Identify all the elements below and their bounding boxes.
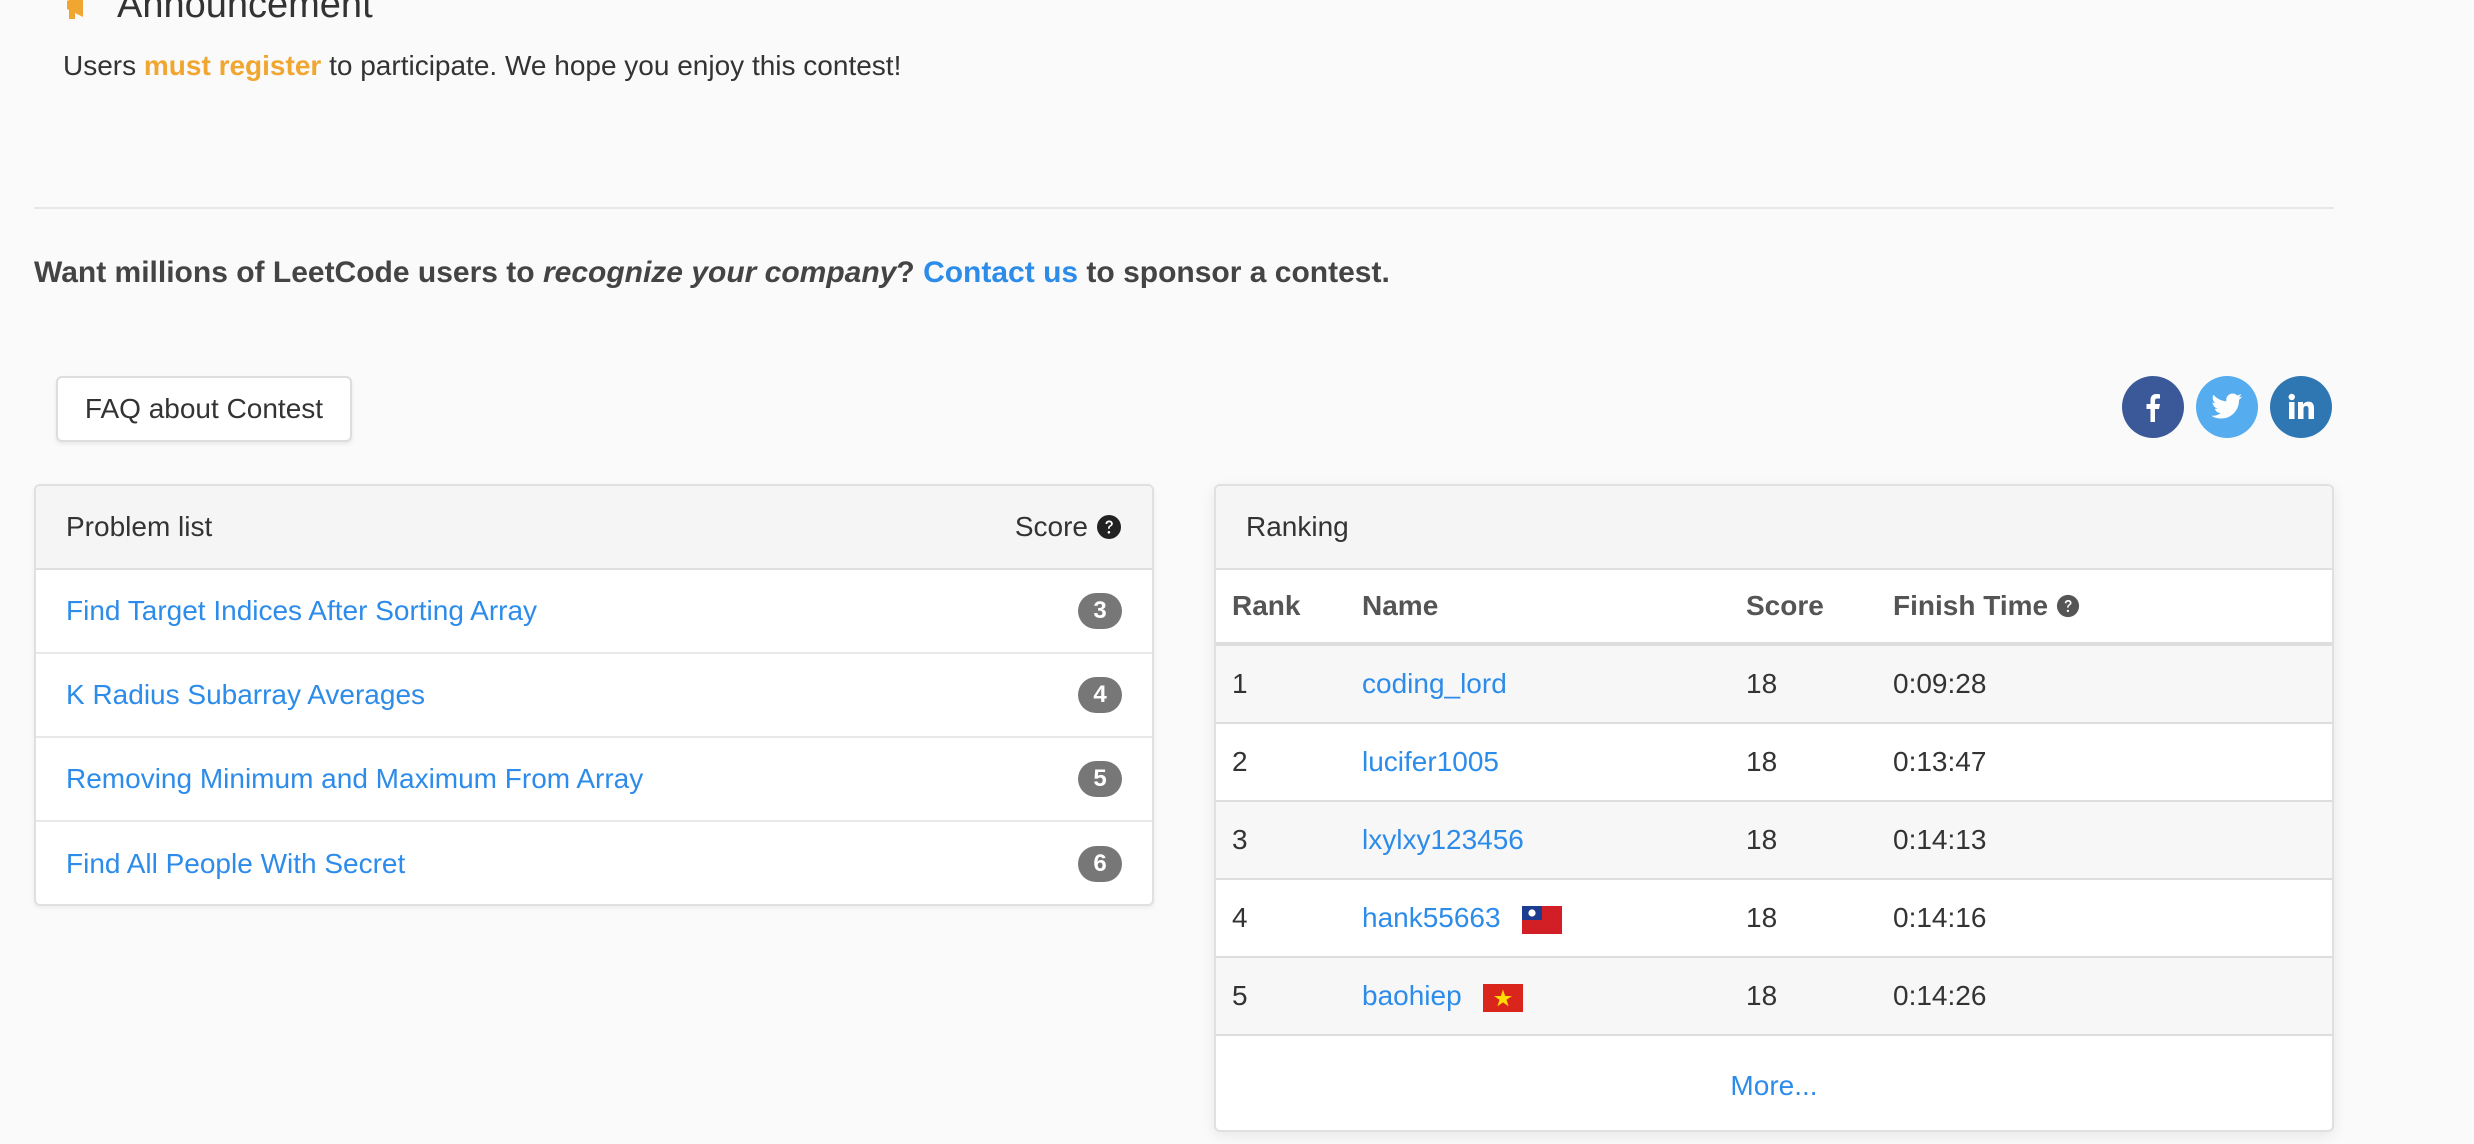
user-link[interactable]: lucifer1005 — [1362, 746, 1499, 777]
ranking-row: 4 hank55663 18 0:14:16 — [1216, 879, 2332, 958]
problem-link[interactable]: Removing Minimum and Maximum From Array — [66, 763, 643, 795]
ranking-title: Ranking — [1246, 511, 1349, 542]
rank-cell: 5 — [1216, 957, 1346, 1036]
question-circle-icon[interactable] — [2056, 594, 2080, 618]
user-link[interactable]: baohiep — [1362, 980, 1462, 1011]
question-circle-icon[interactable] — [1096, 514, 1122, 540]
ranking-row: 3 lxylxy123456 18 0:14:13 — [1216, 801, 2332, 880]
score-cell: 18 — [1730, 723, 1877, 802]
problem-row: Find All People With Secret 6 — [36, 822, 1152, 904]
ranking-row: 2 lucifer1005 18 0:13:47 — [1216, 723, 2332, 802]
twitter-icon — [2211, 393, 2243, 419]
linkedin-share-button[interactable] — [2270, 376, 2332, 438]
megaphone-icon — [67, 0, 83, 19]
score-cell: 18 — [1730, 879, 1877, 958]
finish-time-cell: 0:13:47 — [1877, 723, 2332, 802]
user-link[interactable]: hank55663 — [1362, 902, 1501, 933]
twitter-share-button[interactable] — [2196, 376, 2258, 438]
rank-cell: 4 — [1216, 879, 1346, 958]
ranking-table: Rank Name Score Finish Time 1 coding_lor… — [1216, 570, 2332, 1036]
rank-cell: 3 — [1216, 801, 1346, 880]
announcement-title: Announcement — [117, 0, 373, 26]
finish-time-cell: 0:14:26 — [1877, 957, 2332, 1036]
score-badge: 5 — [1078, 761, 1122, 797]
score-cell: 18 — [1730, 801, 1877, 880]
name-cell: baohiep — [1346, 957, 1730, 1036]
facebook-icon — [2146, 394, 2160, 422]
contact-us-link[interactable]: Contact us — [923, 256, 1078, 289]
finish-time-cell: 0:14:16 — [1877, 879, 2332, 958]
problem-list-header: Problem list Score — [36, 486, 1152, 570]
score-cell: 18 — [1730, 957, 1877, 1036]
column-header-score: Score — [1730, 570, 1877, 646]
ranking-header: Ranking — [1216, 486, 2332, 570]
problem-link[interactable]: Find Target Indices After Sorting Array — [66, 595, 537, 627]
announcement-text: Users must register to participate. We h… — [63, 50, 902, 81]
user-link[interactable]: coding_lord — [1362, 668, 1507, 699]
problem-row: Removing Minimum and Maximum From Array … — [36, 738, 1152, 822]
announcement-header: Announcement — [63, 0, 373, 28]
faq-button[interactable]: FAQ about Contest — [56, 376, 352, 442]
column-header-rank: Rank — [1216, 570, 1346, 646]
taiwan-flag — [1522, 905, 1563, 934]
problem-link[interactable]: K Radius Subarray Averages — [66, 679, 425, 711]
divider — [34, 207, 2334, 209]
score-badge: 4 — [1078, 677, 1122, 713]
ranking-panel: Ranking Rank Name Score Finish Time 1 co… — [1214, 484, 2334, 1132]
must-register-emphasis: must register — [143, 50, 322, 81]
name-cell: lxylxy123456 — [1346, 801, 1730, 880]
score-badge: 3 — [1078, 593, 1122, 629]
name-cell: coding_lord — [1346, 644, 1730, 724]
name-cell: lucifer1005 — [1346, 723, 1730, 802]
finish-time-cell: 0:14:13 — [1877, 801, 2332, 880]
linkedin-icon — [2288, 393, 2314, 419]
ranking-row: 1 coding_lord 18 0:09:28 — [1216, 644, 2332, 724]
rank-cell: 1 — [1216, 644, 1346, 724]
ranking-row: 5 baohiep 18 0:14:26 — [1216, 957, 2332, 1036]
more-link[interactable]: More... — [1216, 1036, 2332, 1130]
user-link[interactable]: lxylxy123456 — [1362, 824, 1524, 855]
ranking-header-row: Rank Name Score Finish Time — [1216, 570, 2332, 646]
column-header-finish-time: Finish Time — [1877, 570, 2332, 646]
score-cell: 18 — [1730, 644, 1877, 724]
problem-link[interactable]: Find All People With Secret — [66, 848, 405, 880]
problem-row: Find Target Indices After Sorting Array … — [36, 570, 1152, 654]
facebook-share-button[interactable] — [2122, 376, 2184, 438]
score-header: Score — [1015, 511, 1122, 543]
vietnam-flag — [1483, 983, 1524, 1012]
score-badge: 6 — [1078, 846, 1122, 882]
column-header-name: Name — [1346, 570, 1730, 646]
rank-cell: 2 — [1216, 723, 1346, 802]
problem-list-panel: Problem list Score Find Target Indices A… — [34, 484, 1154, 906]
sponsor-message: Want millions of LeetCode users to recog… — [34, 256, 1390, 289]
problem-list-title: Problem list — [66, 511, 213, 542]
finish-time-cell: 0:09:28 — [1877, 644, 2332, 724]
problem-row: K Radius Subarray Averages 4 — [36, 654, 1152, 738]
name-cell: hank55663 — [1346, 879, 1730, 958]
